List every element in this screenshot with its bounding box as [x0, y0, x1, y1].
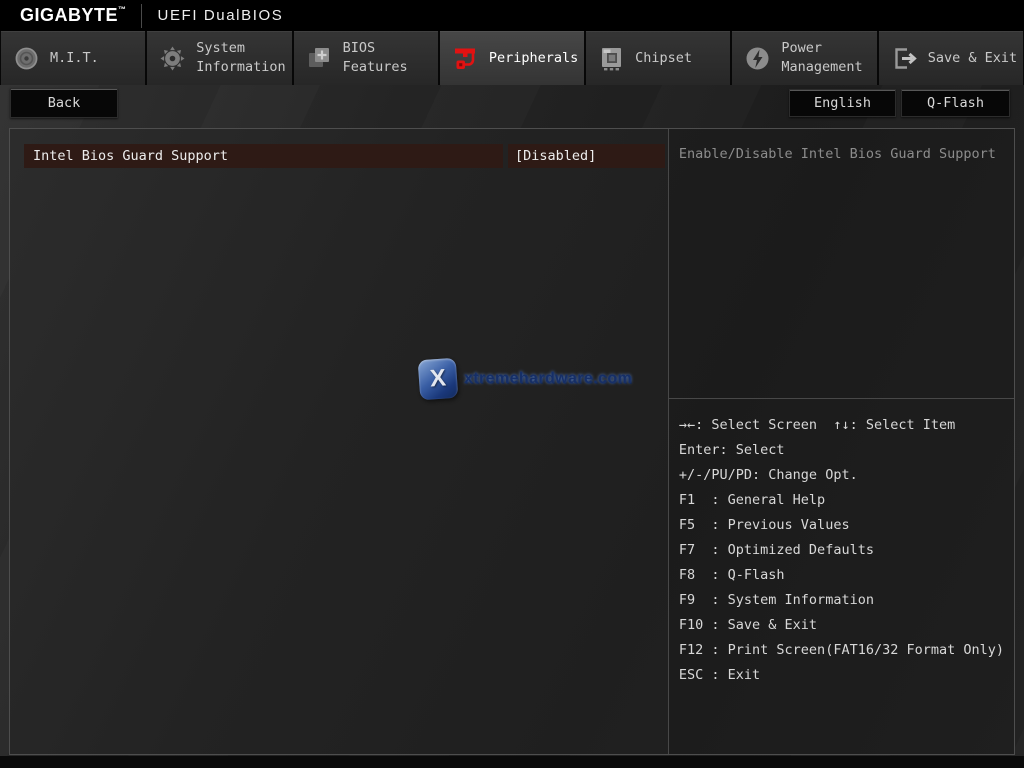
language-button[interactable]: English [789, 89, 896, 117]
hotkey-line: F5 : Previous Values [678, 517, 850, 533]
peripherals-plug-icon [454, 48, 475, 69]
tab-label: Chipset [635, 49, 693, 66]
tab-label: Save & Exit [927, 49, 1018, 66]
hotkey-line: →←: Select Screen ↑↓: Select Item [678, 417, 956, 433]
tab-label: Peripherals [488, 49, 579, 66]
tab-bios-features[interactable]: BIOS Features [293, 31, 438, 85]
back-button[interactable]: Back [10, 88, 118, 118]
settings-pane: Intel Bios Guard Support [Disabled] [10, 129, 668, 754]
hotkey-line: F12 : Print Screen(FAT16/32 Format Only) [678, 642, 1004, 658]
hotkey-line: F9 : System Information [678, 592, 874, 608]
chip-plus-icon [308, 47, 329, 67]
hotkey-line: F7 : Optimized Defaults [678, 542, 874, 558]
chipset-icon [602, 47, 622, 70]
hotkey-line: F8 : Q-Flash [678, 567, 785, 583]
title-bar: GIGABYTE™ UEFI DualBIOS [0, 0, 1024, 31]
hotkey-line: F10 : Save & Exit [678, 617, 818, 633]
tab-power-management[interactable]: Power Management [732, 31, 877, 85]
help-pane: Enable/Disable Intel Bios Guard Support … [667, 129, 1014, 754]
bios-title: UEFI DualBIOS [157, 7, 284, 24]
help-description: Enable/Disable Intel Bios Guard Support [668, 129, 1014, 399]
tab-label: BIOS Features [342, 40, 408, 75]
tab-chipset[interactable]: Chipset [586, 31, 731, 85]
tab-label: System Information [196, 40, 286, 75]
gear-icon [160, 46, 185, 70]
hotkey-line: ESC : Exit [678, 667, 761, 683]
power-bolt-icon [746, 47, 769, 69]
setting-label: Intel Bios Guard Support [24, 144, 503, 168]
tab-label: M.I.T. [50, 49, 99, 66]
gigabyte-logo: GIGABYTE™ [20, 5, 127, 25]
mit-dial-icon [15, 47, 38, 69]
setting-row-intel-bios-guard[interactable]: Intel Bios Guard Support [Disabled] [24, 144, 665, 168]
hotkey-line: F1 : General Help [678, 492, 826, 508]
qflash-button[interactable]: Q-Flash [901, 89, 1010, 117]
tab-mit[interactable]: M.I.T. [1, 31, 146, 85]
main-panel: Intel Bios Guard Support [Disabled] Enab… [9, 128, 1015, 755]
tab-label: Power Management [781, 40, 863, 75]
tab-save-exit[interactable]: Save & Exit [878, 31, 1023, 85]
tab-system-information[interactable]: System Information [147, 31, 292, 85]
divider [140, 3, 142, 28]
setting-value-dropdown[interactable]: [Disabled] [508, 144, 665, 168]
hotkey-line: +/-/PU/PD: Change Opt. [678, 467, 858, 483]
hotkey-legend: →←: Select Screen ↑↓: Select Item Enter:… [669, 399, 1014, 688]
bottom-strip [0, 756, 1024, 768]
hotkey-line: Enter: Select [678, 442, 785, 458]
exit-door-icon [894, 47, 917, 69]
tab-bar: M.I.T. System Information BIOS Features … [0, 31, 1024, 85]
tab-peripherals[interactable]: Peripherals [439, 31, 585, 85]
